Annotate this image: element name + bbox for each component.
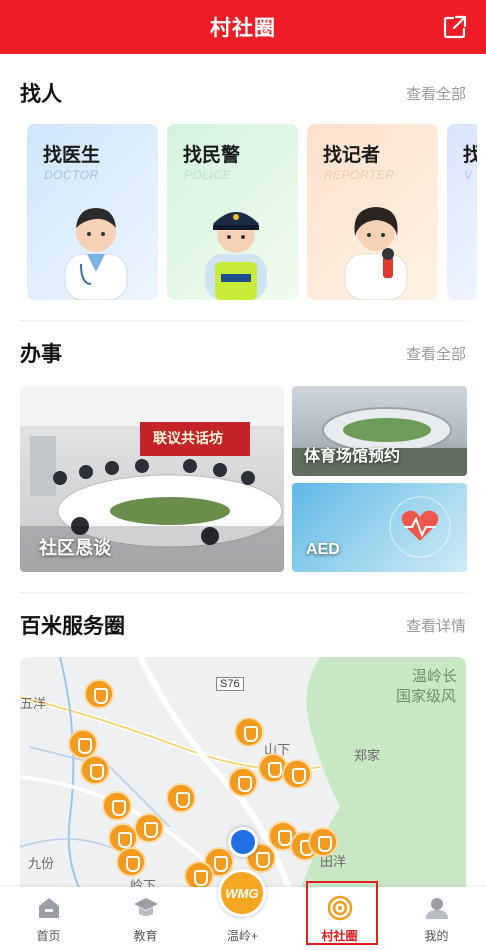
doctor-figure-icon xyxy=(64,208,128,300)
top-bar: 村社圈 xyxy=(0,0,486,54)
tab-label: 教育 xyxy=(133,929,158,943)
tab-wenling-plus[interactable]: WMG 温岭+ xyxy=(194,869,291,950)
card-subtitle: POLICE xyxy=(184,168,232,182)
service-pin[interactable] xyxy=(84,679,114,709)
card-subtitle: V xyxy=(464,168,473,182)
card-title: 找医生 xyxy=(43,145,101,166)
map-label: 五洋 xyxy=(20,696,47,711)
community-circle-icon xyxy=(327,895,353,921)
tile-label: AED xyxy=(306,541,340,558)
current-location-icon xyxy=(228,827,258,857)
service-pin[interactable] xyxy=(116,847,146,877)
road-sign: S76 xyxy=(216,677,244,691)
card-title: 找 xyxy=(463,145,477,166)
tile-label: 体育场馆预约 xyxy=(304,448,401,465)
service-pin[interactable] xyxy=(308,827,338,857)
tab-label: 温岭+ xyxy=(226,929,258,943)
tile-label: 社区恳谈 xyxy=(39,538,111,558)
card-find-reporter[interactable]: 找记者 REPORTER xyxy=(307,124,438,300)
section-title-find-people: 找人 xyxy=(20,83,62,106)
police-figure-icon xyxy=(205,212,267,300)
service-pin[interactable] xyxy=(102,791,132,821)
bottom-tab-bar: 首页 教育 WMG 温岭+ 村社圈 我的 xyxy=(0,869,486,950)
tab-label: 首页 xyxy=(36,929,61,943)
card-find-more-partial[interactable]: 找 V xyxy=(447,124,477,300)
card-find-police[interactable]: 找民警 POLICE xyxy=(167,124,298,300)
service-pin[interactable] xyxy=(228,767,258,797)
tile-community-talk[interactable]: 联议共话坊 社区恳谈 xyxy=(20,386,284,572)
map-label: 九份 xyxy=(28,856,55,871)
service-pin[interactable] xyxy=(134,813,164,843)
service-pin[interactable] xyxy=(166,783,196,813)
card-find-doctor[interactable]: 找医生 DOCTOR xyxy=(27,124,158,300)
user-icon xyxy=(426,898,448,919)
page-title: 村社圈 xyxy=(210,17,276,40)
map-label: 郑家 xyxy=(354,748,381,763)
service-pin[interactable] xyxy=(282,759,312,789)
section-title-affairs: 办事 xyxy=(20,343,62,366)
wmg-logo-icon: WMG xyxy=(218,869,266,917)
tile-aed[interactable]: AED xyxy=(292,483,467,572)
banner-text: 联议共话坊 xyxy=(153,430,223,446)
tab-education[interactable]: 教育 xyxy=(97,887,194,950)
share-icon[interactable] xyxy=(442,14,468,40)
service-map[interactable]: S76 温岭长 国家级风 郑家 山下 五洋 九份 岭下 田洋 xyxy=(20,657,466,890)
view-all-find-people-link[interactable]: 查看全部 xyxy=(406,83,466,104)
section-title-service-circle: 百米服务圈 xyxy=(20,615,125,638)
tab-mine[interactable]: 我的 xyxy=(388,887,485,950)
card-subtitle: REPORTER xyxy=(324,168,395,182)
tab-village-community[interactable]: 村社圈 xyxy=(291,881,388,950)
home-icon xyxy=(39,898,59,918)
divider xyxy=(20,320,466,321)
service-circle-header: 百米服务圈 查看详情 xyxy=(20,610,466,640)
map-label: 温岭长 xyxy=(412,668,458,685)
logo-text: WMG xyxy=(225,885,259,901)
tab-label: 村社圈 xyxy=(321,929,358,943)
card-title: 找记者 xyxy=(323,145,381,166)
service-pin[interactable] xyxy=(184,861,214,890)
tab-home[interactable]: 首页 xyxy=(0,887,97,950)
graduation-cap-icon xyxy=(134,898,158,916)
card-title: 找民警 xyxy=(183,145,241,166)
tile-stadium-booking[interactable]: 体育场馆预约 xyxy=(292,386,467,476)
reporter-figure-icon xyxy=(344,207,408,300)
service-pin[interactable] xyxy=(234,717,264,747)
affairs-header: 办事 查看全部 xyxy=(20,338,466,368)
map-label: 国家级风 xyxy=(396,688,457,705)
find-people-header: 找人 查看全部 xyxy=(20,78,466,108)
view-all-affairs-link[interactable]: 查看全部 xyxy=(406,343,466,364)
card-subtitle: DOCTOR xyxy=(44,168,99,182)
divider xyxy=(20,592,466,593)
tab-label: 我的 xyxy=(424,929,449,943)
view-details-service-circle-link[interactable]: 查看详情 xyxy=(406,615,466,636)
service-pin[interactable] xyxy=(80,755,110,785)
